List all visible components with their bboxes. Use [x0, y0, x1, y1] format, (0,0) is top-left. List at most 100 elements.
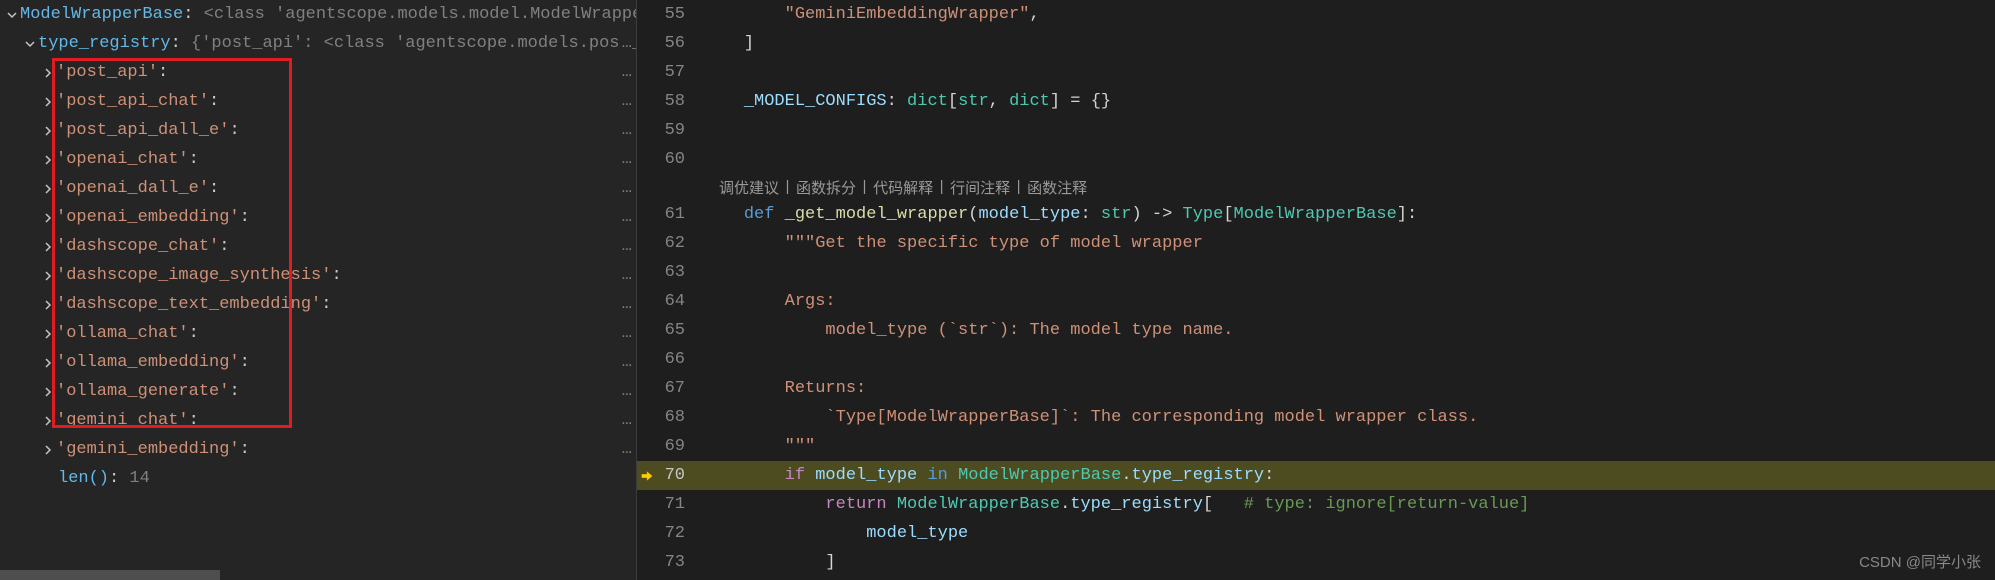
- code-text: model_type (`str`): The model type name.: [703, 321, 1234, 340]
- code-line[interactable]: 67 Returns:: [637, 374, 1995, 403]
- code-text: def _get_model_wrapper(model_type: str) …: [703, 205, 1417, 224]
- debug-var-registry[interactable]: type_registry: {'post_api': <class 'agen…: [0, 29, 636, 58]
- debug-dict-entry[interactable]: 'dashscope_image_synthesis':: [0, 261, 636, 290]
- codelens-separator: |: [858, 179, 871, 196]
- code-line[interactable]: 73 ]: [637, 548, 1995, 577]
- line-number: 55: [657, 5, 703, 24]
- debug-dict-entry[interactable]: 'gemini_chat':: [0, 406, 636, 435]
- debug-variables-panel[interactable]: ModelWrapperBase: <class 'agentscope.mod…: [0, 0, 637, 580]
- codelens-action[interactable]: 函数拆分: [794, 177, 858, 198]
- chevron-right-icon: [40, 355, 56, 371]
- debug-dict-entry[interactable]: 'ollama_embedding':: [0, 348, 636, 377]
- code-text: _MODEL_CONFIGS: dict[str, dict] = {}: [703, 92, 1111, 111]
- chevron-right-icon: [40, 384, 56, 400]
- len-label: len(): [58, 469, 109, 488]
- debug-dict-entry[interactable]: 'ollama_generate':: [0, 377, 636, 406]
- line-number: 66: [657, 350, 703, 369]
- code-line[interactable]: 60: [637, 145, 1995, 174]
- chevron-right-icon: [40, 210, 56, 226]
- dict-key: 'dashscope_chat': [56, 237, 219, 256]
- chevron-right-icon: [40, 65, 56, 81]
- codelens-action[interactable]: 调优建议: [717, 177, 781, 198]
- code-line[interactable]: 64 Args:: [637, 287, 1995, 316]
- code-line[interactable]: 63: [637, 258, 1995, 287]
- scrollbar-thumb[interactable]: [0, 570, 220, 580]
- line-number: 56: [657, 34, 703, 53]
- code-line[interactable]: 66: [637, 345, 1995, 374]
- debug-dict-entry[interactable]: 'ollama_chat':: [0, 319, 636, 348]
- var-value: {'post_api': <class 'agentscope.models.p…: [191, 34, 636, 53]
- line-number: 57: [657, 63, 703, 82]
- codelens-action[interactable]: 函数注释: [1025, 177, 1089, 198]
- codelens-bar: 调优建议 | 函数拆分 | 代码解释 | 行间注释 | 函数注释: [637, 174, 1995, 200]
- debug-dict-entry[interactable]: 'openai_chat':: [0, 145, 636, 174]
- line-number: 70: [657, 466, 703, 485]
- code-line[interactable]: 70 if model_type in ModelWrapperBase.typ…: [637, 461, 1995, 490]
- code-line[interactable]: 72 model_type: [637, 519, 1995, 548]
- line-number: 73: [657, 553, 703, 572]
- line-number: 60: [657, 150, 703, 169]
- line-number: 72: [657, 524, 703, 543]
- watermark: CSDN @同学小张: [1859, 551, 1981, 572]
- debug-dict-entry[interactable]: 'post_api_dall_e':: [0, 116, 636, 145]
- var-value: <class 'agentscope.models.model.ModelWra…: [204, 5, 636, 24]
- code-line[interactable]: 61 def _get_model_wrapper(model_type: st…: [637, 200, 1995, 229]
- dict-key: 'ollama_generate': [56, 382, 229, 401]
- horizontal-scrollbar[interactable]: [0, 570, 637, 580]
- codelens-separator: |: [781, 179, 794, 196]
- code-text: Returns:: [703, 379, 866, 398]
- chevron-right-icon: [40, 181, 56, 197]
- debug-dict-entry[interactable]: 'post_api_chat':: [0, 87, 636, 116]
- chevron-down-icon: [4, 7, 20, 23]
- code-editor[interactable]: 55 "GeminiEmbeddingWrapper",56 ]5758 _MO…: [637, 0, 1995, 580]
- code-line[interactable]: 62 """Get the specific type of model wra…: [637, 229, 1995, 258]
- codelens-action[interactable]: 行间注释: [948, 177, 1012, 198]
- dict-key: 'post_api_chat': [56, 92, 209, 111]
- code-text: model_type: [703, 524, 968, 543]
- chevron-down-icon: [22, 36, 38, 52]
- line-number: 69: [657, 437, 703, 456]
- dict-key: 'openai_chat': [56, 150, 189, 169]
- code-line[interactable]: 71 return ModelWrapperBase.type_registry…: [637, 490, 1995, 519]
- code-text: """: [703, 437, 815, 456]
- code-line[interactable]: 69 """: [637, 432, 1995, 461]
- chevron-right-icon: [40, 442, 56, 458]
- debug-dict-entry[interactable]: 'openai_dall_e':: [0, 174, 636, 203]
- code-text: ]: [703, 553, 836, 572]
- dict-key: 'post_api': [56, 63, 158, 82]
- code-line[interactable]: 68 `Type[ModelWrapperBase]`: The corresp…: [637, 403, 1995, 432]
- debug-dict-entry[interactable]: 'dashscope_chat':: [0, 232, 636, 261]
- chevron-right-icon: [40, 123, 56, 139]
- chevron-right-icon: [40, 326, 56, 342]
- var-name: ModelWrapperBase: [20, 5, 183, 24]
- breakpoint-gutter[interactable]: [637, 469, 657, 483]
- len-value: 14: [129, 469, 149, 488]
- debug-dict-entry[interactable]: 'post_api':: [0, 58, 636, 87]
- codelens-action[interactable]: 代码解释: [871, 177, 935, 198]
- dict-key: 'post_api_dall_e': [56, 121, 229, 140]
- code-line[interactable]: 65 model_type (`str`): The model type na…: [637, 316, 1995, 345]
- debug-var-root[interactable]: ModelWrapperBase: <class 'agentscope.mod…: [0, 0, 636, 29]
- debug-dict-entry[interactable]: 'openai_embedding':: [0, 203, 636, 232]
- codelens-separator: |: [1012, 179, 1025, 196]
- line-number: 68: [657, 408, 703, 427]
- dict-key: 'openai_embedding': [56, 208, 240, 227]
- debug-dict-entry[interactable]: 'dashscope_text_embedding':: [0, 290, 636, 319]
- code-line[interactable]: 57: [637, 58, 1995, 87]
- dict-key: 'ollama_embedding': [56, 353, 240, 372]
- chevron-right-icon: [40, 94, 56, 110]
- code-line[interactable]: 58 _MODEL_CONFIGS: dict[str, dict] = {}: [637, 87, 1995, 116]
- dict-key: 'gemini_chat': [56, 411, 189, 430]
- code-text: ]: [703, 34, 754, 53]
- codelens-separator: |: [935, 179, 948, 196]
- code-line[interactable]: 59: [637, 116, 1995, 145]
- chevron-right-icon: [40, 297, 56, 313]
- line-number: 64: [657, 292, 703, 311]
- code-line[interactable]: 56 ]: [637, 29, 1995, 58]
- code-text: return ModelWrapperBase.type_registry[ #…: [703, 495, 1529, 514]
- code-line[interactable]: 55 "GeminiEmbeddingWrapper",: [637, 0, 1995, 29]
- debug-dict-entry[interactable]: 'gemini_embedding':: [0, 435, 636, 464]
- debug-var-len[interactable]: len(): 14: [0, 464, 636, 493]
- code-text: if model_type in ModelWrapperBase.type_r…: [703, 466, 1274, 485]
- line-number: 61: [657, 205, 703, 224]
